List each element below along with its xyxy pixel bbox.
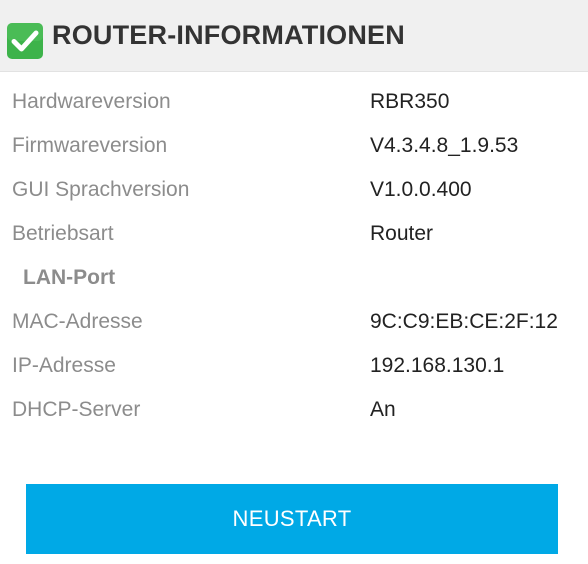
hardware-version-value: RBR350: [370, 90, 450, 113]
dhcp-server-row: DHCP-Server An: [0, 395, 588, 425]
lan-port-heading: LAN-Port: [23, 266, 116, 289]
dhcp-server-value: An: [370, 398, 396, 421]
restart-button[interactable]: NEUSTART: [26, 484, 558, 554]
mac-address-label: MAC-Adresse: [12, 310, 143, 333]
ip-address-value: 192.168.130.1: [370, 354, 505, 377]
mac-address-row: MAC-Adresse 9C:C9:EB:CE:2F:12: [0, 307, 588, 337]
operating-mode-label: Betriebsart: [12, 222, 114, 245]
dhcp-server-label: DHCP-Server: [12, 398, 141, 421]
hardware-version-label: Hardwareversion: [12, 90, 171, 113]
ip-address-row: IP-Adresse 192.168.130.1: [0, 351, 588, 381]
gui-language-version-label: GUI Sprachversion: [12, 178, 190, 201]
panel-header: ROUTER-INFORMATIONEN: [0, 0, 588, 72]
firmware-version-row: Firmwareversion V4.3.4.8_1.9.53: [0, 131, 588, 161]
checkmark-icon: [7, 23, 43, 59]
gui-language-version-row: GUI Sprachversion V1.0.0.400: [0, 175, 588, 205]
gui-language-version-value: V1.0.0.400: [370, 178, 472, 201]
operating-mode-row: Betriebsart Router: [0, 219, 588, 249]
hardware-version-row: Hardwareversion RBR350: [0, 87, 588, 117]
ip-address-label: IP-Adresse: [12, 354, 116, 377]
firmware-version-label: Firmwareversion: [12, 134, 168, 157]
operating-mode-value: Router: [370, 222, 434, 245]
mac-address-value: 9C:C9:EB:CE:2F:12: [370, 310, 558, 333]
router-info-panel: ROUTER-INFORMATIONEN Hardwareversion RBR…: [0, 0, 588, 564]
firmware-version-value: V4.3.4.8_1.9.53: [370, 134, 519, 157]
panel-title: ROUTER-INFORMATIONEN: [52, 20, 405, 50]
